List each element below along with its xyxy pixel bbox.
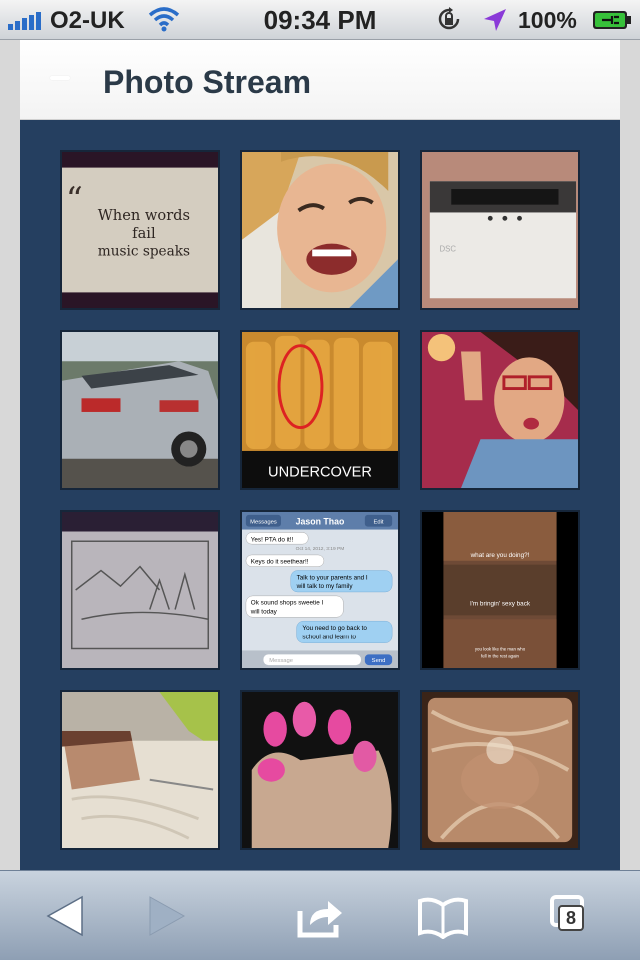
message-bubble: Yes! PTA do it!! <box>251 536 294 543</box>
soda-bottles-photo[interactable]: UNDERCOVER <box>240 330 400 490</box>
message-send-button: Send <box>372 658 386 664</box>
message-date: Oct 14, 2012, 3:19 PM <box>296 546 345 552</box>
svg-text:“: “ <box>66 180 83 219</box>
pink-nails-photo[interactable] <box>240 690 400 850</box>
meme-line-2: I'm bringin' sexy back <box>470 601 531 608</box>
message-bubble: school and learn to <box>302 634 356 641</box>
message-bubble: will talk to my family <box>296 583 354 590</box>
page-header: Photo Stream <box>20 40 620 120</box>
hair-closeup-photo[interactable] <box>420 690 580 850</box>
glasses-selfie-photo[interactable] <box>420 330 580 490</box>
meme-line-4: fell in the rest again <box>481 653 520 658</box>
share-icon[interactable] <box>296 893 346 939</box>
quote-line-3: music speaks <box>98 243 190 259</box>
quote-photo[interactable]: “ When words fail music speaks <box>60 150 220 310</box>
page-title: Photo Stream <box>103 64 312 100</box>
web-page: Photo Stream “ When words fail music spe… <box>20 40 620 870</box>
tab-count-badge: 8 <box>558 905 584 931</box>
tiramisu-photo[interactable] <box>60 690 220 850</box>
rotation-lock-icon <box>438 7 460 30</box>
dsc-box-photo[interactable]: DSC <box>420 150 580 310</box>
menu-toggle[interactable] <box>50 76 70 80</box>
tv-meme-photo[interactable]: what are you doing?! I'm bringin' sexy b… <box>420 510 580 670</box>
browser-toolbar: 8 <box>0 870 640 960</box>
quote-line-1: When words <box>98 207 190 224</box>
meme-line-3: you look like the man who <box>475 646 526 651</box>
message-bubble: You need to go back to <box>302 625 367 632</box>
photo-stream: “ When words fail music speaks DSC UNDER… <box>20 120 620 870</box>
message-bubble: Keys do it seethear!! <box>251 559 309 566</box>
soda-caption: UNDERCOVER <box>268 464 372 480</box>
message-placeholder: Message <box>269 658 293 664</box>
messages-contact: Jason Thao <box>296 517 345 527</box>
photo-grid: “ When words fail music speaks DSC UNDER… <box>60 150 580 850</box>
messages-screenshot-photo[interactable]: Messages Jason Thao Edit Yes! PTA do it!… <box>240 510 400 670</box>
message-bubble: Ok sound shops sweetie I <box>251 600 324 607</box>
sketch-photo[interactable] <box>60 510 220 670</box>
quote-line-2: fail <box>132 225 156 242</box>
message-bubble: will today <box>250 608 278 615</box>
messages-back-button: Messages <box>250 520 277 526</box>
location-arrow-icon <box>484 9 506 31</box>
meme-line-1: what are you doing?! <box>470 552 530 559</box>
battery-charging-icon <box>593 11 631 29</box>
dsc-label: DSC <box>440 244 457 253</box>
bookmarks-icon[interactable] <box>418 893 468 939</box>
tabs-button[interactable]: 8 <box>548 893 598 939</box>
back-icon[interactable] <box>40 893 90 939</box>
messages-edit-button: Edit <box>373 520 383 526</box>
battery-percent: 100% <box>518 7 577 33</box>
selfie-wink-photo[interactable] <box>240 150 400 310</box>
status-bar: O2-UK 09:34 PM 100% <box>0 0 640 40</box>
message-bubble: Talk to your parents and I <box>297 574 368 581</box>
forward-icon[interactable] <box>142 893 192 939</box>
car-photo[interactable] <box>60 330 220 490</box>
